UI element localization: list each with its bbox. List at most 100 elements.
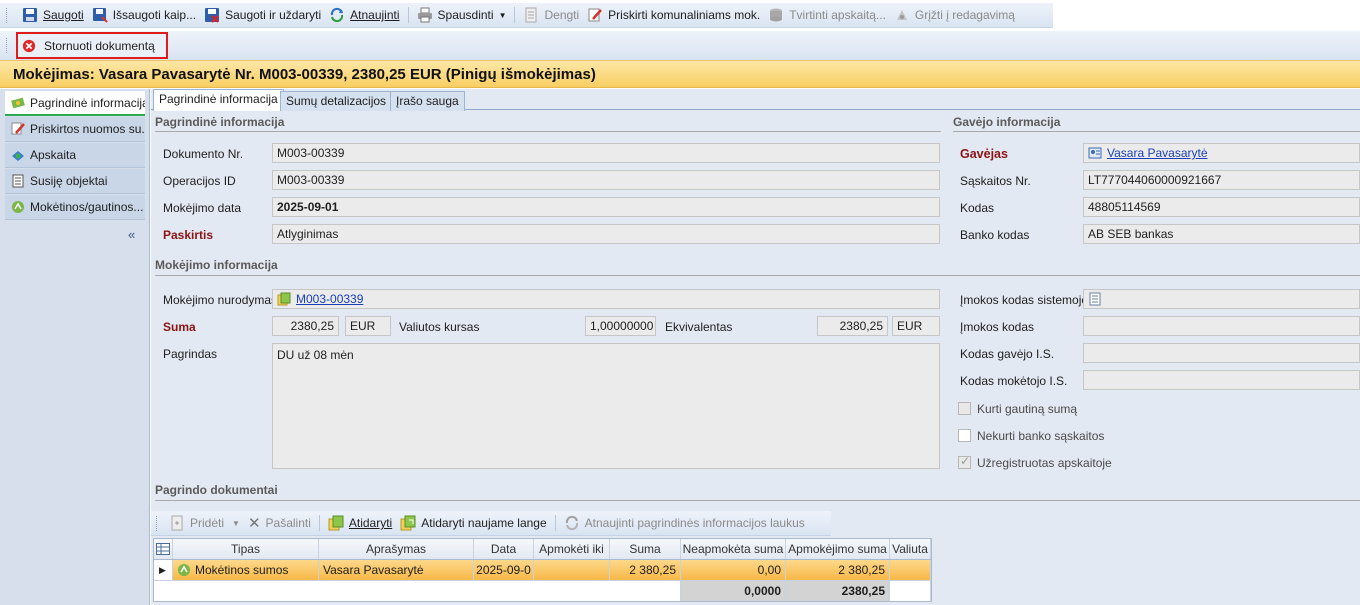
purpose-field[interactable]: Atlyginimas (272, 224, 940, 244)
nav-item-payables[interactable]: Mokėtinos/gautinos... (5, 195, 145, 220)
column-header-amount[interactable]: Suma (610, 539, 681, 559)
column-header-description[interactable]: Aprašymas (319, 539, 474, 559)
toolbar-grip[interactable] (6, 7, 9, 23)
chevron-down-icon[interactable]: ▼ (499, 11, 507, 20)
return-edit-label: Grįžti į redagavimą (914, 8, 1015, 22)
op-id-label: Operacijos ID (163, 174, 236, 188)
nav-item-rent-sums[interactable]: Priskirtos nuomos su... (5, 117, 145, 142)
toolbar-grip[interactable] (6, 38, 9, 53)
remove-document-label: Pašalinti (265, 516, 311, 530)
add-document-icon (171, 515, 183, 531)
recipient-is-code-field[interactable] (1083, 343, 1360, 363)
secondary-toolbar: Stornuoti dokumentą (0, 31, 1360, 60)
save-and-close-button[interactable]: Saugoti ir uždaryti (200, 4, 325, 26)
nav-label: Mokėtinos/gautinos... (30, 200, 144, 214)
left-navigation: Pagrindinė informacija Priskirtos nuomos… (0, 89, 150, 605)
footer-spacer (154, 581, 681, 601)
open-new-window-button[interactable]: Atidaryti naujame lange (396, 512, 550, 534)
column-header-payment[interactable]: Apmokėjimo suma (786, 539, 890, 559)
cancel-document-button[interactable]: Stornuoti dokumentą (16, 32, 168, 59)
doc-no-field[interactable]: M003-00339 (272, 143, 940, 163)
print-label: Spausdinti (437, 8, 494, 22)
code-field[interactable]: 48805114569 (1083, 197, 1360, 217)
column-header-currency[interactable]: Valiuta (890, 539, 931, 559)
nav-item-related-objects[interactable]: Susiję objektai (5, 169, 145, 194)
nav-item-accounting[interactable]: Apskaita (5, 143, 145, 168)
no-bank-account-checkbox[interactable] (958, 429, 971, 442)
cell-type[interactable]: Mokėtinos sumos (173, 560, 319, 580)
column-header-unpaid[interactable]: Neapmokėta suma (681, 539, 786, 559)
currency-field[interactable]: EUR (345, 316, 391, 336)
cover-label: Dengti (544, 8, 580, 22)
toolbar-separator (514, 7, 516, 23)
assign-utilities-button[interactable]: Priskirti komunaliniams mok. (583, 4, 764, 26)
cell-date[interactable]: 2025-09-0 (474, 560, 534, 580)
cell-due-date[interactable] (534, 560, 610, 580)
refresh-fields-button[interactable]: Atnaujinti pagrindinės informacijos lauk… (560, 512, 809, 534)
column-header-type[interactable]: Tipas (173, 539, 319, 559)
column-header-date[interactable]: Data (474, 539, 534, 559)
registered-label: Užregistruotas apskaitoje (977, 456, 1112, 470)
divider (953, 131, 1360, 132)
assign-utilities-label: Priskirti komunaliniams mok. (608, 8, 761, 22)
create-receivable-checkbox[interactable] (958, 402, 971, 415)
cell-type-text: Mokėtinos sumos (195, 563, 289, 577)
contact-card-icon (1088, 147, 1102, 159)
payment-date-field[interactable]: 2025-09-01 (272, 197, 940, 217)
save-as-button[interactable]: Išsaugoti kaip... (88, 4, 200, 26)
save-button[interactable]: Saugoti (18, 4, 88, 26)
print-button[interactable]: Spausdinti ▼ (413, 4, 511, 26)
printer-icon (417, 7, 432, 23)
payer-is-code-field[interactable] (1083, 370, 1360, 390)
payment-order-link[interactable]: M003-00339 (296, 292, 363, 306)
no-bank-account-label: Nekurti banko sąskaitos (977, 429, 1105, 443)
nav-item-basic-info[interactable]: Pagrindinė informacija (5, 91, 145, 116)
tab-basic-info[interactable]: Pagrindinė informacija (153, 89, 284, 111)
recipient-link[interactable]: Vasara Pavasarytė (1107, 146, 1208, 160)
toolbar-grip[interactable] (156, 515, 159, 531)
equivalent-currency-field[interactable]: EUR (892, 316, 940, 336)
chevron-down-icon[interactable]: ▼ (232, 519, 240, 528)
recipient-field[interactable]: Vasara Pavasarytė (1083, 143, 1360, 163)
op-id-field[interactable]: M003-00339 (272, 170, 940, 190)
open-document-icon (328, 515, 344, 531)
cell-amount[interactable]: 2 380,25 (610, 560, 681, 580)
basic-info-header: Pagrindinė informacija (155, 115, 285, 129)
column-header-due-date[interactable]: Apmokėti iki (534, 539, 610, 559)
grid-footer-row: 0,0000 2380,25 (154, 580, 931, 601)
collapse-nav-icon[interactable]: « (128, 227, 135, 242)
documents-toolbar: Pridėti ▼ ✕ Pašalinti Atidaryti Atidaryt… (151, 511, 831, 536)
bank-code-field[interactable]: AB SEB bankas (1083, 224, 1360, 244)
amount-field[interactable]: 2380,25 (272, 316, 339, 336)
cover-button[interactable]: Dengti (519, 4, 583, 26)
remove-document-button[interactable]: ✕ Pašalinti (244, 512, 315, 534)
cell-unpaid[interactable]: 0,00 (681, 560, 786, 580)
refresh-button[interactable]: Atnaujinti (325, 4, 403, 26)
payment-order-field[interactable]: M003-00339 (272, 289, 940, 309)
refresh-label: Atnaujinti (350, 8, 400, 22)
equivalent-field[interactable]: 2380,25 (817, 316, 888, 336)
registered-checkbox[interactable] (958, 454, 971, 469)
sys-code-field[interactable] (1083, 289, 1360, 309)
pay-code-field[interactable] (1083, 316, 1360, 336)
basis-field[interactable]: DU už 08 mėn (272, 343, 940, 469)
return-edit-button[interactable]: Grįžti į redagavimą (890, 4, 1019, 26)
confirm-accounting-label: Tvirtinti apskaitą... (789, 8, 886, 22)
documents-grid: Tipas Aprašymas Data Apmokėti iki Suma N… (153, 538, 932, 602)
cell-description[interactable]: Vasara Pavasarytė (319, 560, 474, 580)
edit-pencil-icon (588, 8, 603, 22)
column-chooser-icon[interactable] (154, 539, 173, 559)
row-indicator-icon: ▶ (154, 560, 173, 580)
open-new-window-label: Atidaryti naujame lange (421, 516, 547, 530)
exchange-rate-field[interactable]: 1,00000000 (585, 316, 656, 336)
cell-payment[interactable]: 2 380,25 (786, 560, 890, 580)
cell-currency[interactable] (890, 560, 931, 580)
code-label: Kodas (960, 201, 995, 215)
tab-record-security[interactable]: Įrašo sauga (390, 91, 465, 111)
open-document-button[interactable]: Atidaryti (324, 512, 396, 534)
add-document-button[interactable]: Pridėti ▼ (165, 512, 244, 534)
table-row[interactable]: ▶ Mokėtinos sumos Vasara Pavasarytė 2025… (154, 560, 931, 580)
tab-sum-details[interactable]: Sumų detalizacijos (280, 91, 393, 111)
account-no-field[interactable]: LT777044060000921667 (1083, 170, 1360, 190)
confirm-accounting-button[interactable]: Tvirtinti apskaitą... (764, 4, 890, 26)
